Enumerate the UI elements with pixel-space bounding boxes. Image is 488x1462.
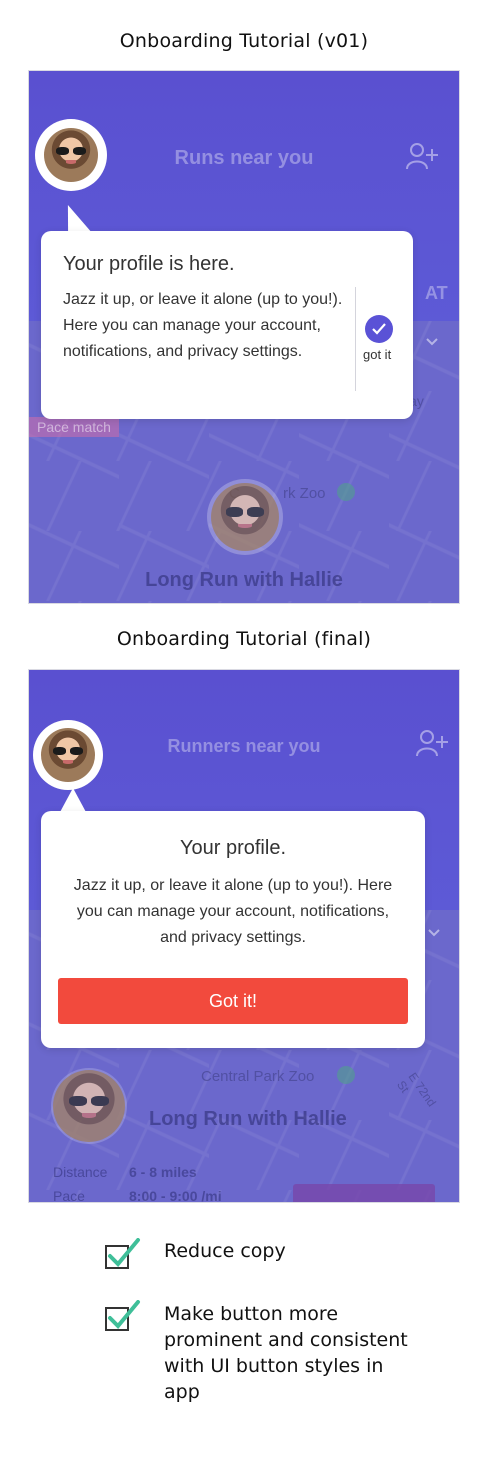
pace-value: 8:00 - 9:00 /mi [129,1188,222,1203]
profile-photo [41,728,95,782]
map-pin-icon [337,483,355,501]
check-circle-icon[interactable] [365,315,393,343]
map-label-zoo-end: rk Zoo [283,485,326,502]
pace-match-badge: Pace match [29,417,119,437]
tooltip-body: Jazz it up, or leave it alone (up to you… [73,877,393,946]
got-it-button[interactable]: got it [363,347,391,362]
profile-avatar-button[interactable] [35,119,107,191]
tooltip-title: Your profile. [180,837,286,859]
map-pin-icon [337,1066,355,1084]
checkbox-checked-icon [105,1238,140,1269]
tooltip-card: Your profile. Jazz it up, or leave it al… [41,811,425,1048]
runner-photo [211,483,279,551]
checklist-text: Make button more prominent and consisten… [164,1303,408,1403]
caption-final: Onboarding Tutorial (final) [116,628,372,650]
add-user-icon[interactable] [405,141,441,171]
phone-screen-final: Runners near you Central Park Zoo E 72nd… [28,669,460,1203]
run-title: Long Run with Hallie [145,569,343,591]
tooltip-divider [355,287,356,391]
tooltip-body: Jazz it up, or leave it alone (up to you… [63,291,343,360]
runner-avatar [51,1068,127,1144]
got-it-button[interactable]: Got it! [58,978,408,1024]
caption-v01: Onboarding Tutorial (v01) [119,30,369,52]
phone-screen-v01: Runs near you AT Pace match way C rk Zoo… [28,70,460,604]
map-label-zoo: Central Park Zoo [201,1068,315,1085]
checklist-text: Reduce copy [164,1240,286,1262]
profile-photo [44,128,98,182]
add-user-icon[interactable] [415,728,451,758]
run-title: Long Run with Hallie [149,1108,347,1130]
distance-label: Distance [53,1164,108,1180]
join-button[interactable] [293,1184,435,1202]
runner-photo [53,1070,125,1142]
tooltip-card: Your profile is here. Jazz it up, or lea… [41,231,413,419]
checkbox-checked-icon [105,1300,140,1331]
chevron-down-icon[interactable] [427,928,441,938]
distance-value: 6 - 8 miles [129,1164,197,1180]
runner-avatar [207,479,283,555]
tab-fragment: AT [425,283,448,303]
pace-label: Pace [53,1188,85,1203]
chevron-down-icon[interactable] [425,337,439,347]
profile-avatar-button[interactable] [33,720,103,790]
tooltip-title: Your profile is here. [63,253,235,275]
